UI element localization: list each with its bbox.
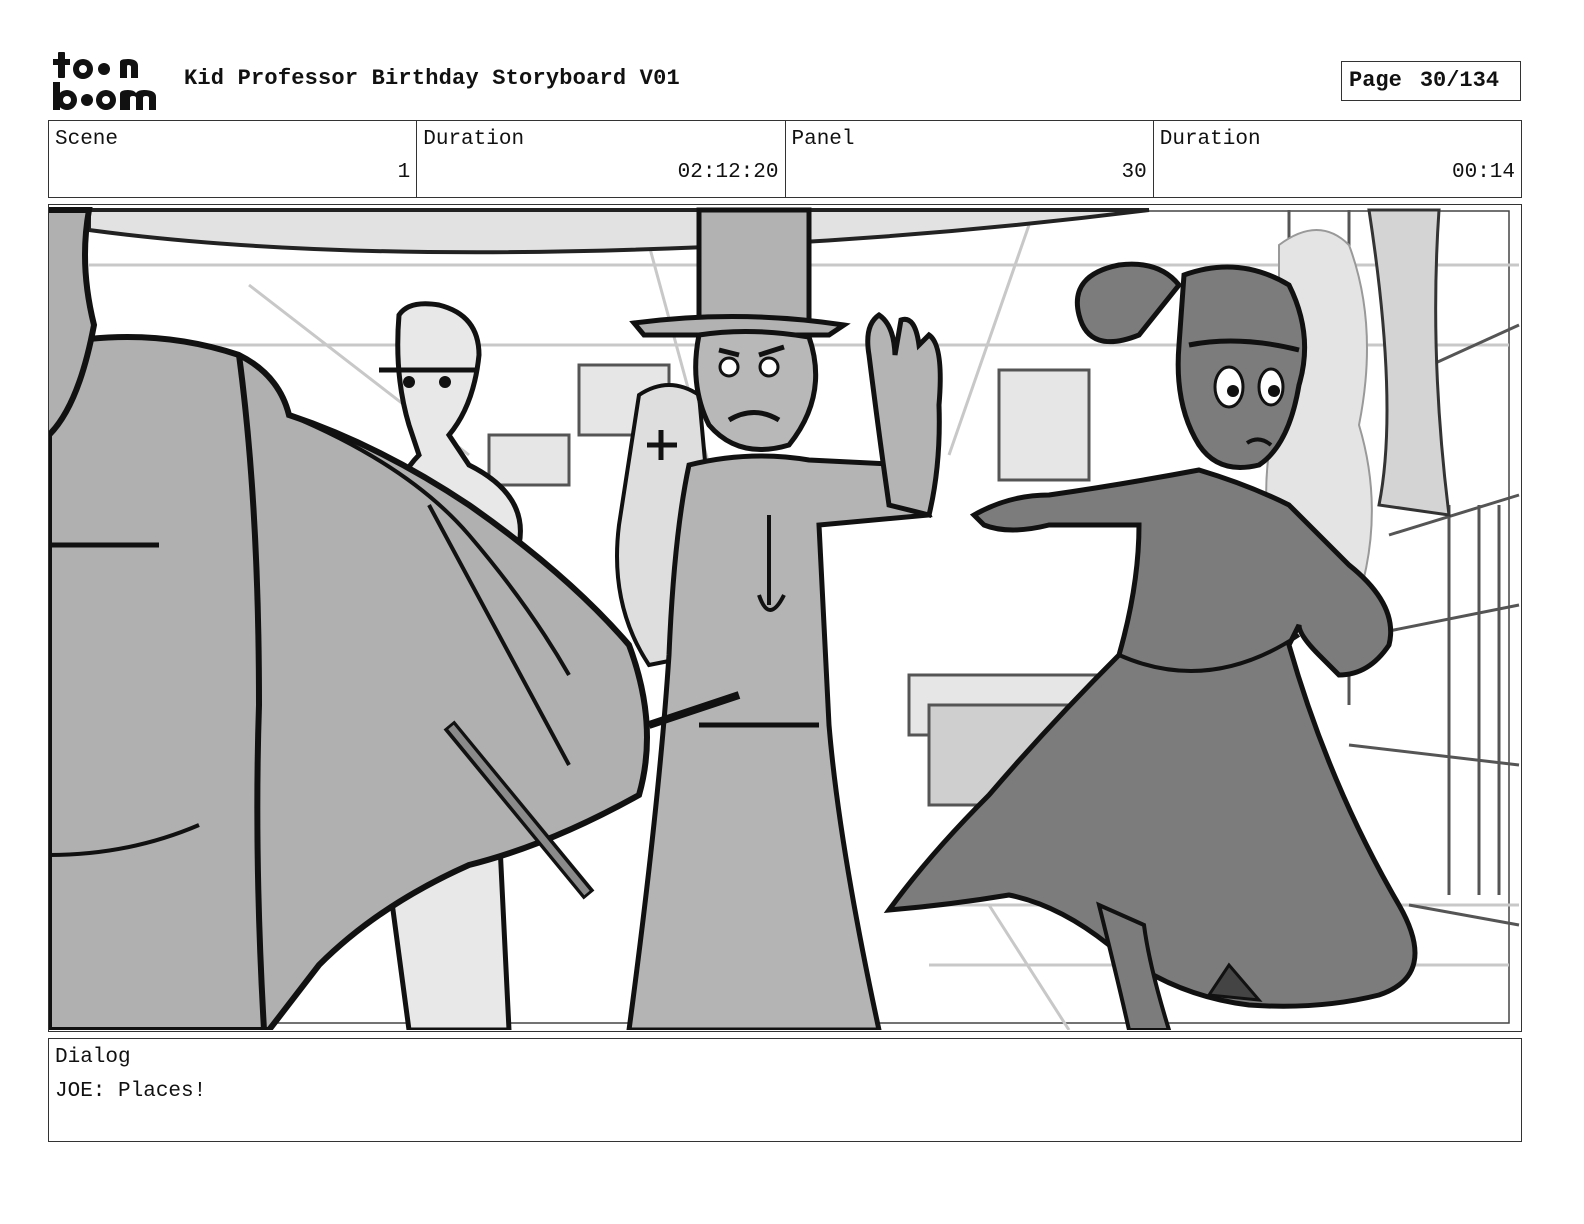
dialog-box: Dialog JOE: Places! bbox=[48, 1038, 1522, 1142]
panel-duration-value: 00:14 bbox=[1451, 161, 1515, 184]
panel-cell: Panel 30 bbox=[786, 121, 1154, 197]
page-label: Page bbox=[1349, 68, 1402, 93]
toonboom-logo-icon bbox=[53, 52, 156, 110]
scene-duration-label: Duration bbox=[423, 128, 525, 151]
scene-info-row: Scene 1 Duration 02:12:20 Panel 30 Durat… bbox=[48, 120, 1522, 198]
page-number: 30/134 bbox=[1419, 68, 1500, 93]
document-title: Kid Professor Birthday Storyboard V01 bbox=[184, 66, 680, 91]
panel-value: 30 bbox=[1121, 161, 1147, 184]
scene-value: 1 bbox=[397, 161, 411, 184]
storyboard-sketch-icon bbox=[49, 205, 1520, 1030]
scene-duration-cell: Duration 02:12:20 bbox=[417, 121, 786, 197]
scene-cell: Scene 1 bbox=[49, 121, 418, 197]
scene-duration-value: 02:12:20 bbox=[677, 161, 779, 184]
panel-duration-cell: Duration 00:14 bbox=[1154, 121, 1521, 197]
dialog-label: Dialog bbox=[55, 1046, 131, 1069]
storyboard-panel-image bbox=[48, 204, 1522, 1032]
dialog-text: JOE: Places! bbox=[55, 1080, 207, 1103]
scene-label: Scene bbox=[55, 128, 119, 151]
panel-duration-label: Duration bbox=[1159, 128, 1261, 151]
panel-label: Panel bbox=[791, 128, 855, 151]
page-indicator: Page 30/134 bbox=[1341, 61, 1521, 101]
